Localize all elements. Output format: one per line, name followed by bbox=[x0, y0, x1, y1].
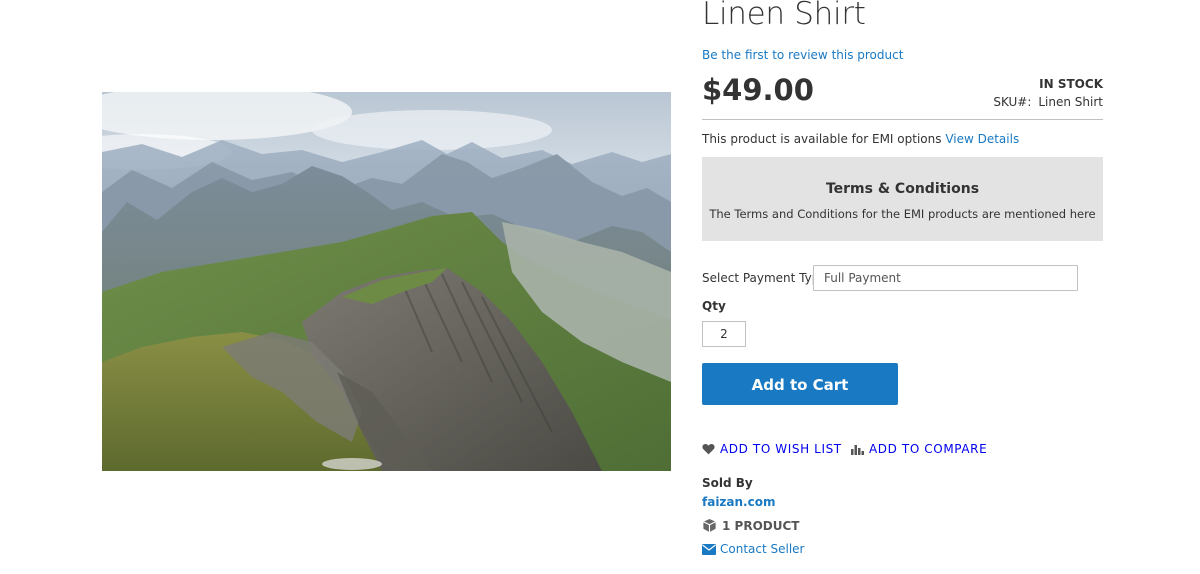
emi-notice: This product is available for EMI option… bbox=[702, 132, 1019, 146]
product-sku: SKU#: Linen Shirt bbox=[993, 95, 1103, 109]
contact-seller-label: Contact Seller bbox=[720, 542, 805, 556]
sku-value: Linen Shirt bbox=[1038, 95, 1103, 109]
seller-product-count[interactable]: 1 Product bbox=[702, 518, 799, 533]
payment-type-label: Select Payment Type bbox=[702, 271, 827, 285]
product-count-label: 1 Product bbox=[722, 518, 800, 533]
product-price: $49.00 bbox=[702, 73, 814, 107]
view-details-link[interactable]: View Details bbox=[945, 132, 1019, 146]
contact-seller-link[interactable]: Contact Seller bbox=[702, 542, 805, 556]
stock-status: In stock bbox=[1039, 77, 1103, 91]
add-to-compare-label: Add to Compare bbox=[869, 442, 988, 456]
bar-chart-icon bbox=[851, 445, 864, 455]
mountain-landscape-image bbox=[102, 92, 671, 471]
divider bbox=[702, 119, 1103, 120]
sold-by-label: Sold By bbox=[702, 476, 753, 490]
envelope-icon bbox=[702, 543, 716, 555]
add-to-compare-link[interactable]: Add to Compare bbox=[851, 442, 987, 456]
review-link[interactable]: Be the first to review this product bbox=[702, 48, 903, 62]
heart-icon bbox=[702, 444, 715, 455]
add-to-cart-button[interactable]: Add to Cart bbox=[702, 363, 898, 405]
seller-name-link[interactable]: faizan.com bbox=[702, 495, 775, 509]
cube-icon bbox=[703, 518, 716, 533]
add-to-wishlist-label: Add to Wish List bbox=[720, 442, 842, 456]
qty-input[interactable]: 2 bbox=[702, 321, 746, 347]
emi-text: This product is available for EMI option… bbox=[702, 132, 942, 146]
terms-text: The Terms and Conditions for the EMI pro… bbox=[709, 207, 1096, 221]
qty-label: Qty bbox=[702, 299, 726, 313]
terms-title: Terms & Conditions bbox=[825, 181, 980, 197]
sku-label: SKU#: bbox=[993, 95, 1032, 109]
page-title: Linen Shirt bbox=[702, 0, 866, 32]
terms-box: Terms & Conditions The Terms and Conditi… bbox=[702, 157, 1103, 241]
product-image[interactable] bbox=[102, 92, 671, 471]
payment-type-select[interactable]: Full Payment bbox=[813, 265, 1078, 291]
add-to-wishlist-link[interactable]: Add to Wish List bbox=[702, 442, 842, 456]
